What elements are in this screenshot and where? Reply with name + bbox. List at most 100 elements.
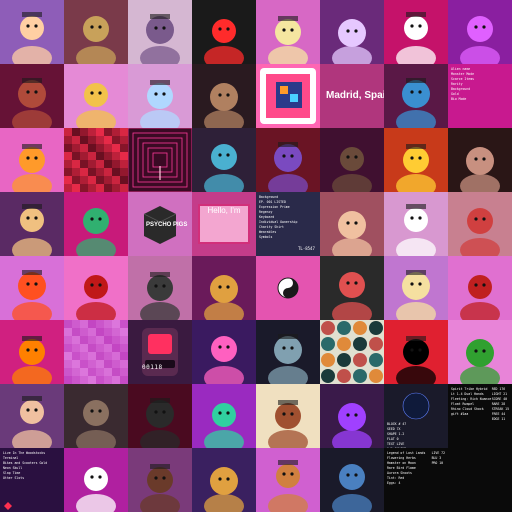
nft-tile[interactable]	[64, 64, 128, 128]
nft-tile[interactable]	[256, 384, 320, 448]
beast-mech-icon	[76, 400, 116, 448]
geometric-pattern-icon	[321, 321, 383, 383]
nft-tile[interactable]	[0, 384, 64, 448]
nft-tile[interactable]	[256, 128, 320, 192]
nft-tile[interactable]	[192, 320, 256, 384]
planet-text-lines: BLOCK # 47 SEED 7X SHAPE 1.2 FLAT 0 TEXT…	[387, 422, 407, 448]
fist-astronaut-icon	[12, 336, 52, 384]
info-list-lines: Background EP. 001 LISTED Expression Pri…	[259, 195, 298, 239]
stats-list-lines: Legend of Lost Lands Flowering Herbs Ham…	[387, 451, 426, 485]
nft-tile[interactable]	[384, 192, 448, 256]
dog-jester-icon	[204, 403, 244, 448]
leopard-warrior-icon	[204, 467, 244, 512]
nft-tile[interactable]	[64, 0, 128, 64]
ornament-icon	[396, 144, 436, 192]
pixel-knight-icon	[140, 14, 180, 64]
nft-tile[interactable]	[256, 0, 320, 64]
nft-tile[interactable]	[0, 192, 64, 256]
nft-tile[interactable]	[64, 384, 128, 448]
nft-tile[interactable]	[384, 0, 448, 64]
metadata-side-values: RED 176 LIGHT 21 SCORE 40 RARE 28 STREAK…	[491, 387, 509, 421]
nft-tile[interactable]: Alien name Monster Mode Scarce Items Rar…	[448, 64, 512, 128]
dragon-head-icon	[268, 334, 308, 384]
nft-tile[interactable]	[0, 64, 64, 128]
city-card-text: Madrid, Spai	[326, 90, 384, 101]
nft-tile[interactable]	[448, 0, 512, 64]
terminal-list-lines: Live In The Woodstocks Terminal Bikes an…	[3, 451, 48, 480]
cat-cartoon-icon	[396, 204, 436, 256]
nft-tile[interactable]	[448, 192, 512, 256]
nft-tile[interactable]	[192, 384, 256, 448]
nft-tile[interactable]: 00118	[128, 320, 192, 384]
nft-tile[interactable]	[256, 64, 320, 128]
nft-tile[interactable]	[256, 448, 320, 512]
nft-tile[interactable]	[384, 64, 448, 128]
nft-tile[interactable]	[0, 256, 64, 320]
hello-card-text: Hello, I'm	[198, 204, 250, 244]
nft-tile[interactable]	[192, 128, 256, 192]
monster-pose-icon	[268, 142, 308, 192]
bald-man-icon	[12, 396, 52, 448]
nft-tile[interactable]	[128, 448, 192, 512]
nft-tile[interactable]	[128, 0, 192, 64]
nft-tile[interactable]	[320, 128, 384, 192]
nft-tile[interactable]	[320, 192, 384, 256]
octopus-bot-icon	[204, 336, 244, 384]
soldier-figure-icon	[332, 464, 372, 512]
nft-tile[interactable]	[128, 64, 192, 128]
nft-tile[interactable]	[128, 256, 192, 320]
city-skyline-icon	[332, 19, 372, 64]
nft-tile[interactable]	[0, 128, 64, 192]
gun-art-icon	[12, 78, 52, 128]
red-ball-pixel-icon	[76, 275, 116, 320]
psycho-cube-text: PSYCHO PIGS	[146, 222, 188, 228]
nft-tile[interactable]: PSYCHO PIGS	[128, 192, 192, 256]
nft-tile[interactable]	[384, 128, 448, 192]
app-cube-icon	[260, 68, 316, 124]
nft-tile[interactable]: Spirit Tribe Hybrid Lt 1.4 Dual Hands Fl…	[448, 384, 512, 448]
nft-tile[interactable]	[0, 320, 64, 384]
nft-tile[interactable]	[64, 128, 128, 192]
nft-tile[interactable]	[320, 448, 384, 512]
nft-tile[interactable]	[64, 320, 128, 384]
nft-tile[interactable]	[448, 256, 512, 320]
nft-tile[interactable]	[320, 256, 384, 320]
doll-girl-icon	[204, 144, 244, 192]
nft-tile[interactable]: Background EP. 001 LISTED Expression Pri…	[256, 192, 320, 256]
nft-tile[interactable]	[64, 192, 128, 256]
nft-tile[interactable]	[64, 256, 128, 320]
nft-tile[interactable]	[320, 320, 384, 384]
glitch-texture-icon	[64, 128, 128, 192]
horse-shadows-icon	[140, 272, 180, 320]
nft-tile[interactable]	[384, 320, 448, 384]
nft-tile[interactable]: Hello, I'm	[192, 192, 256, 256]
nft-tile[interactable]	[128, 128, 192, 192]
nft-tile[interactable]	[320, 0, 384, 64]
hooded-figure-icon	[460, 16, 500, 64]
purple-monster-icon	[332, 403, 372, 448]
nft-tile[interactable]	[256, 256, 320, 320]
nft-tile[interactable]	[448, 448, 512, 512]
nft-tile[interactable]	[192, 64, 256, 128]
nft-tile[interactable]	[128, 384, 192, 448]
stats-list-side-values: LIVE 72 BLU 3 PRO 10	[431, 451, 445, 465]
nft-tile[interactable]	[192, 256, 256, 320]
nft-tile[interactable]	[320, 384, 384, 448]
nft-tile[interactable]: Madrid, Spai	[320, 64, 384, 128]
nft-tile[interactable]: Live In The Woodstocks Terminal Bikes an…	[0, 448, 64, 512]
nft-tile[interactable]	[64, 448, 128, 512]
monkey-icon	[460, 275, 500, 320]
nft-tile[interactable]	[448, 320, 512, 384]
mushroom-icon	[140, 80, 180, 128]
nft-tile[interactable]	[384, 256, 448, 320]
nft-tile[interactable]: Legend of Lost Lands Flowering Herbs Ham…	[384, 448, 448, 512]
woman-portrait-icon	[332, 147, 372, 192]
nft-tile[interactable]	[256, 320, 320, 384]
nft-tile[interactable]	[192, 0, 256, 64]
nft-tile[interactable]: BLOCK # 47 SEED 7X SHAPE 1.2 FLAT 0 TEXT…	[384, 384, 448, 448]
nft-tile[interactable]	[192, 448, 256, 512]
nft-tile[interactable]	[0, 0, 64, 64]
retro-computer-icon	[76, 467, 116, 512]
figure-photo-icon	[460, 147, 500, 192]
nft-tile[interactable]	[448, 128, 512, 192]
